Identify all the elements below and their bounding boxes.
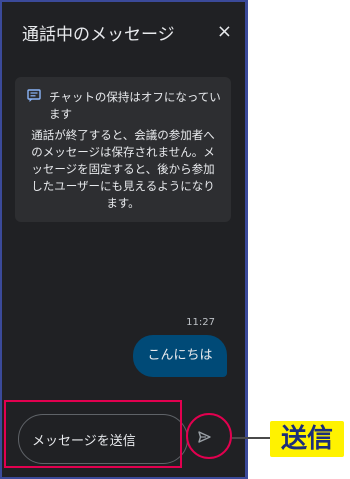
panel-title: 通話中のメッセージ xyxy=(22,25,175,45)
close-icon[interactable]: × xyxy=(217,21,232,42)
callout-connector-line xyxy=(232,437,270,439)
chat-icon xyxy=(27,89,41,102)
send-button-highlight-circle xyxy=(186,413,232,459)
info-card-body: 通話が終了すると、会議の参加者へのメッセージは保存されません。メッセージを固定す… xyxy=(31,128,215,210)
info-card-title: チャットの保持はオフになっています xyxy=(49,90,221,121)
chat-message-bubble: こんにちは xyxy=(133,335,227,377)
panel-header: 通話中のメッセージ × xyxy=(22,20,232,46)
input-highlight-box xyxy=(4,400,182,468)
chat-retention-info-card: チャットの保持はオフになっています 通話が終了すると、会議の参加者へのメッセージ… xyxy=(15,77,231,222)
send-callout-label: 送信 xyxy=(270,421,344,457)
message-timestamp: 11:27 xyxy=(186,317,215,328)
